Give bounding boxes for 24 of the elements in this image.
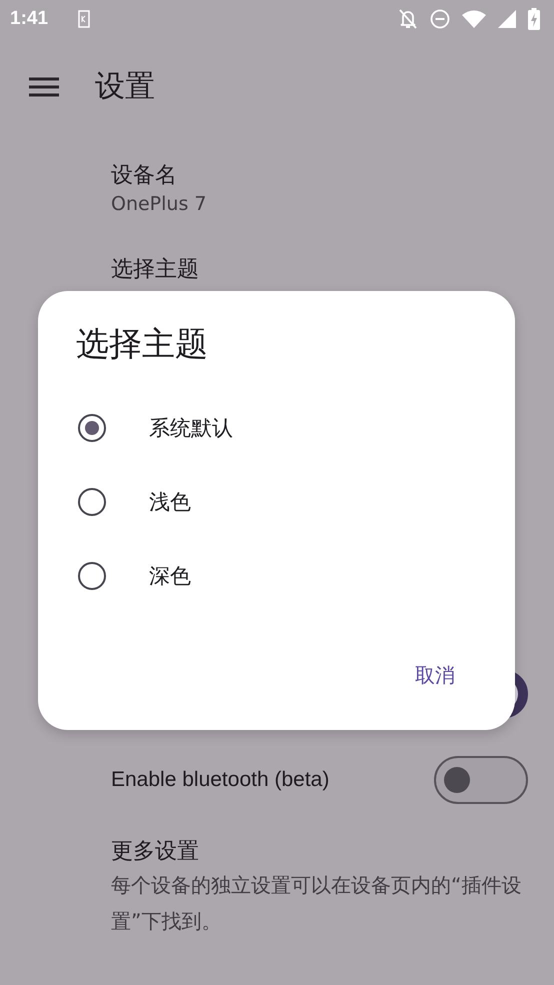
wifi-icon: [462, 10, 486, 28]
status-time: 1:41: [10, 8, 48, 30]
dialog-title: 选择主题: [76, 323, 209, 365]
radio-button[interactable]: [78, 414, 106, 442]
mute-icon: [398, 8, 418, 30]
setting-title[interactable]: 选择主题: [111, 255, 514, 285]
notification-icon: [78, 10, 90, 28]
setting-title: Enable bluetooth (beta): [111, 768, 330, 792]
setting-summary: 每个设备的独立设置可以在设备页内的“插件设置”下找到。: [111, 872, 522, 935]
option-label[interactable]: 浅色: [149, 488, 191, 516]
option-label[interactable]: 深色: [149, 562, 191, 590]
page-title: 设置: [95, 68, 155, 106]
radio-button[interactable]: [78, 488, 106, 516]
setting-title[interactable]: 设备名: [111, 161, 514, 191]
radio-button[interactable]: [78, 562, 106, 590]
signal-icon: [498, 10, 516, 28]
cancel-button[interactable]: 取消: [393, 656, 477, 695]
option-label[interactable]: 系统默认: [149, 414, 233, 442]
setting-summary: OnePlus 7: [111, 192, 208, 217]
menu-icon[interactable]: [29, 76, 59, 96]
battery-icon: [528, 8, 540, 30]
do-not-disturb-icon: [430, 9, 450, 29]
toggle-switch[interactable]: [434, 756, 528, 804]
setting-title[interactable]: 更多设置: [111, 837, 514, 867]
